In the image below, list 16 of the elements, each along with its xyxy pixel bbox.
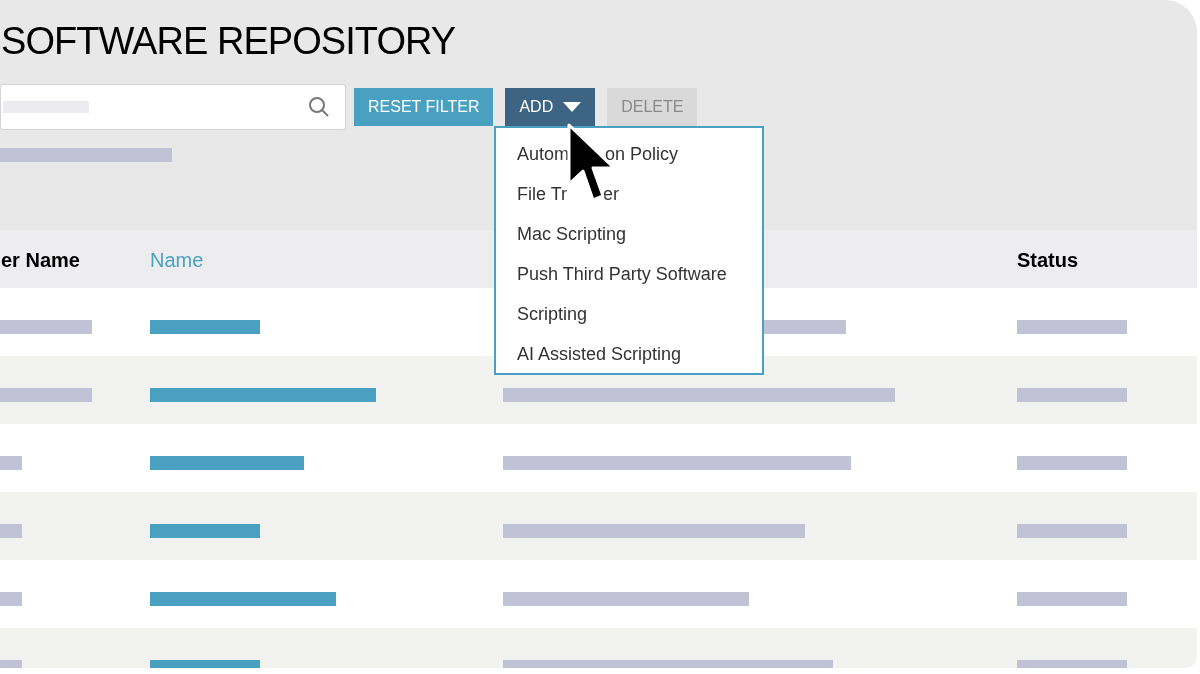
menu-item[interactable]: Scripting	[496, 294, 762, 334]
menu-item[interactable]: AI Assisted Scripting	[496, 334, 762, 374]
caret-icon	[563, 102, 582, 112]
column-header[interactable]: er Name	[1, 245, 80, 275]
placeholder-bar	[0, 456, 22, 470]
menu-item-partly-covered[interactable]: Autom on Policy	[496, 134, 762, 174]
menu-item[interactable]: Push Third Party Software	[496, 254, 762, 294]
dropdown-button[interactable]: ADD	[505, 88, 596, 126]
menu-item-partly-covered[interactable]: File Tr er	[496, 174, 762, 214]
placeholder-bar	[0, 592, 22, 606]
menu-item[interactable]: Mac Scripting	[496, 214, 762, 254]
column-header[interactable]: Status	[1017, 245, 1079, 275]
page-title: SOFTWARE REPOSITORY	[1, 19, 457, 64]
search-field[interactable]	[0, 84, 346, 130]
search-icon	[307, 95, 331, 119]
placeholder-bar	[0, 524, 22, 538]
